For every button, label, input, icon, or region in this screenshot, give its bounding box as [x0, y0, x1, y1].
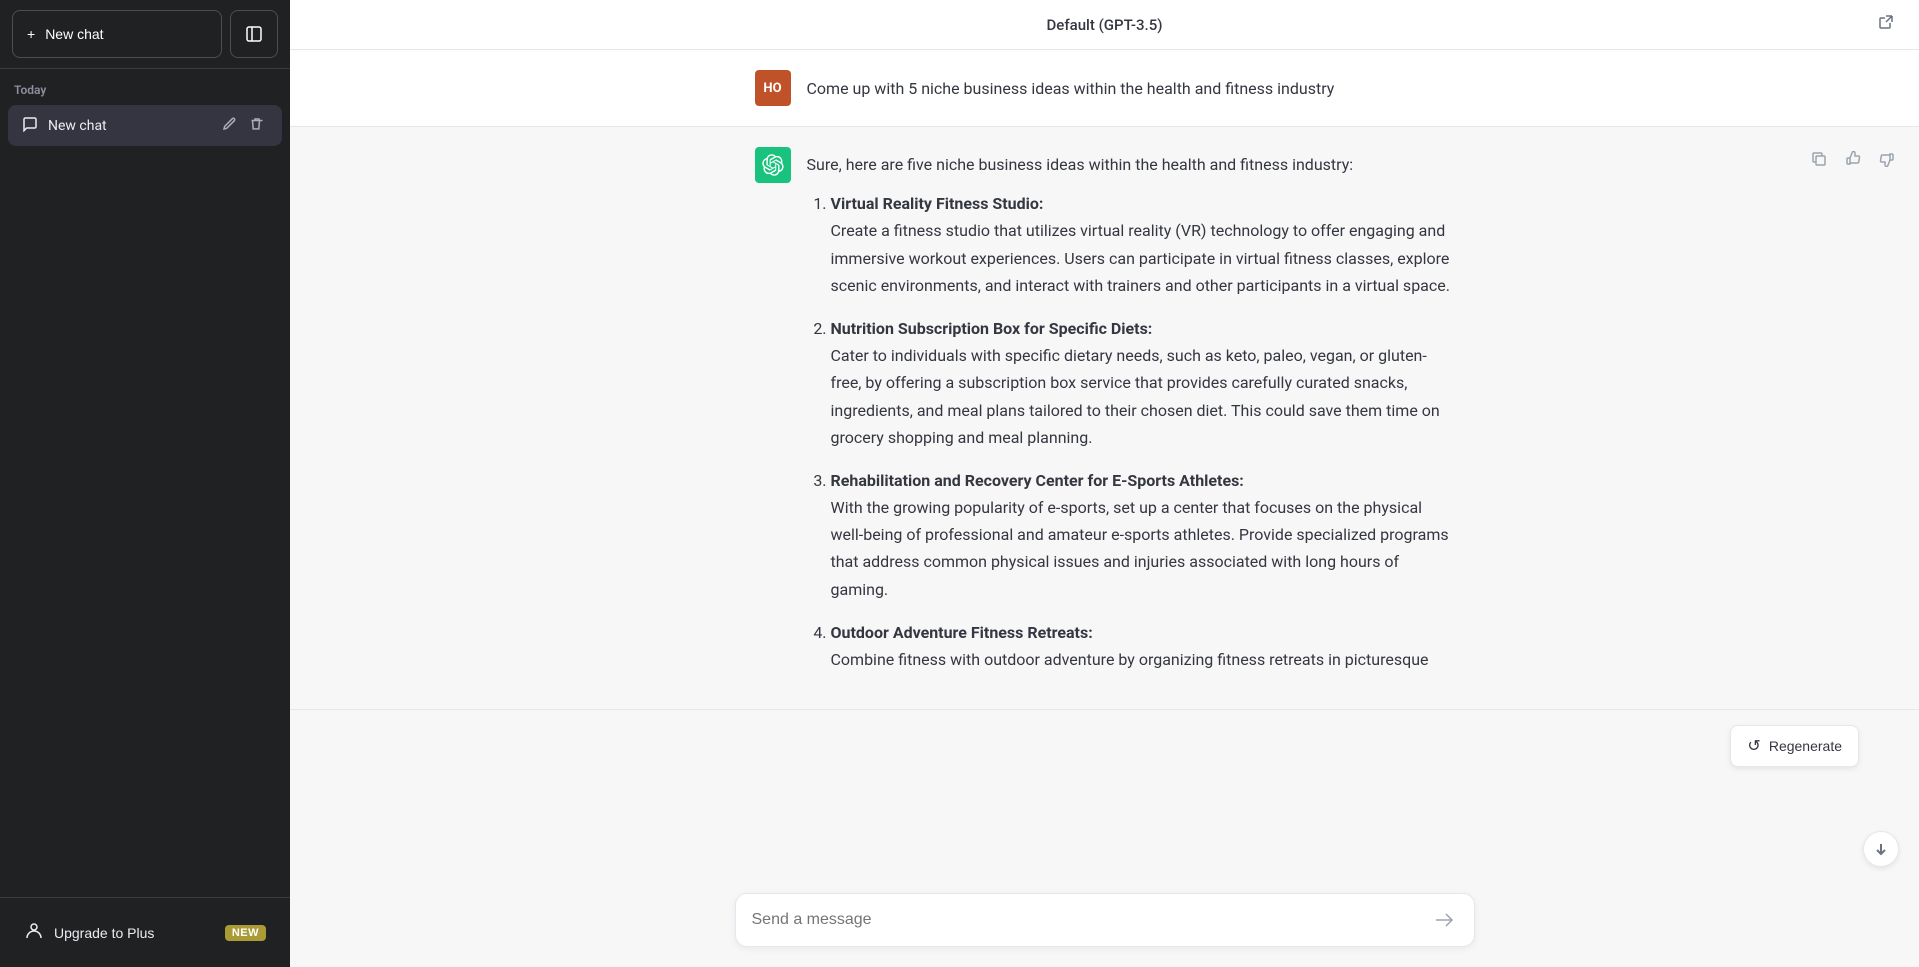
sidebar: + New chat Today New chat	[0, 0, 290, 967]
list-item: Nutrition Subscription Box for Specific …	[831, 315, 1455, 451]
chat-area[interactable]: HO Come up with 5 niche business ideas w…	[290, 50, 1919, 967]
input-wrapper	[735, 893, 1475, 947]
chat-item-actions	[218, 115, 268, 136]
item-body: Combine fitness with outdoor adventure b…	[831, 650, 1429, 669]
gpt-message-container: Sure, here are five niche business ideas…	[735, 147, 1475, 689]
item-title: Nutrition Subscription Box for Specific …	[831, 319, 1153, 338]
gpt-message-wrapper: Sure, here are five niche business ideas…	[290, 127, 1919, 710]
item-title: Rehabilitation and Recovery Center for E…	[831, 471, 1244, 490]
sidebar-top: + New chat	[0, 0, 290, 69]
gpt-intro: Sure, here are five niche business ideas…	[807, 155, 1354, 174]
scroll-down-icon	[1873, 841, 1889, 857]
upgrade-label: Upgrade to Plus	[54, 925, 215, 941]
new-chat-label: New chat	[45, 26, 103, 42]
sidebar-bottom: Upgrade to Plus NEW	[0, 897, 290, 967]
edit-chat-button[interactable]	[218, 115, 240, 136]
item-title: Virtual Reality Fitness Studio:	[831, 194, 1044, 213]
response-actions	[1807, 147, 1899, 176]
copy-icon	[1811, 151, 1827, 167]
gpt-items-list: Virtual Reality Fitness Studio: Create a…	[807, 190, 1455, 673]
list-item: Rehabilitation and Recovery Center for E…	[831, 467, 1455, 603]
list-item: Virtual Reality Fitness Studio: Create a…	[831, 190, 1455, 299]
item-body: Cater to individuals with specific dieta…	[831, 346, 1440, 447]
chat-item-icon	[22, 116, 38, 136]
input-area	[290, 881, 1919, 967]
chat-list-item[interactable]: New chat	[8, 105, 282, 146]
user-icon	[24, 920, 44, 945]
user-message-wrapper: HO Come up with 5 niche business ideas w…	[290, 50, 1919, 127]
regenerate-label: Regenerate	[1769, 738, 1842, 754]
today-label: Today	[0, 69, 290, 103]
share-button[interactable]	[1873, 9, 1899, 40]
send-icon	[1434, 910, 1454, 930]
thumbs-up-icon	[1845, 151, 1861, 167]
message-input[interactable]	[752, 908, 1430, 932]
list-item: Outdoor Adventure Fitness Retreats: Comb…	[831, 619, 1455, 673]
user-avatar: HO	[755, 70, 791, 106]
item-body: With the growing popularity of e-sports,…	[831, 498, 1449, 599]
send-button[interactable]	[1430, 906, 1458, 934]
regenerate-button[interactable]: ↺ Regenerate	[1730, 725, 1859, 767]
copy-response-button[interactable]	[1807, 147, 1831, 176]
main-content: Default (GPT-3.5) HO Come up with 5 nich…	[290, 0, 1919, 967]
model-label: Default (GPT-3.5)	[1047, 16, 1163, 34]
user-avatar-initials: HO	[763, 81, 781, 96]
new-badge: NEW	[225, 925, 266, 941]
new-chat-button[interactable]: + New chat	[12, 10, 222, 58]
gpt-response-text: Sure, here are five niche business ideas…	[807, 147, 1455, 689]
thumbs-down-icon	[1879, 151, 1895, 167]
item-title: Outdoor Adventure Fitness Retreats:	[831, 623, 1093, 642]
user-message-text: Come up with 5 niche business ideas with…	[807, 70, 1455, 102]
sidebar-toggle-icon	[244, 24, 264, 44]
openai-icon	[762, 154, 784, 176]
share-icon	[1877, 13, 1895, 31]
user-message-container: HO Come up with 5 niche business ideas w…	[735, 70, 1475, 106]
scroll-down-button[interactable]	[1863, 831, 1899, 867]
delete-chat-button[interactable]	[246, 115, 268, 136]
regenerate-icon: ↺	[1747, 736, 1760, 756]
thumbs-up-button[interactable]	[1841, 147, 1865, 176]
gpt-avatar	[755, 147, 791, 183]
thumbs-down-button[interactable]	[1875, 147, 1899, 176]
sidebar-toggle-button[interactable]	[230, 10, 278, 58]
chat-item-label: New chat	[48, 118, 208, 134]
item-body: Create a fitness studio that utilizes vi…	[831, 221, 1450, 294]
sidebar-section-today: Today	[0, 69, 290, 103]
upgrade-to-plus-button[interactable]: Upgrade to Plus NEW	[12, 910, 278, 955]
scroll-area-bottom: ↺ Regenerate	[1863, 831, 1899, 867]
plus-icon: +	[27, 26, 35, 42]
main-header: Default (GPT-3.5)	[290, 0, 1919, 50]
